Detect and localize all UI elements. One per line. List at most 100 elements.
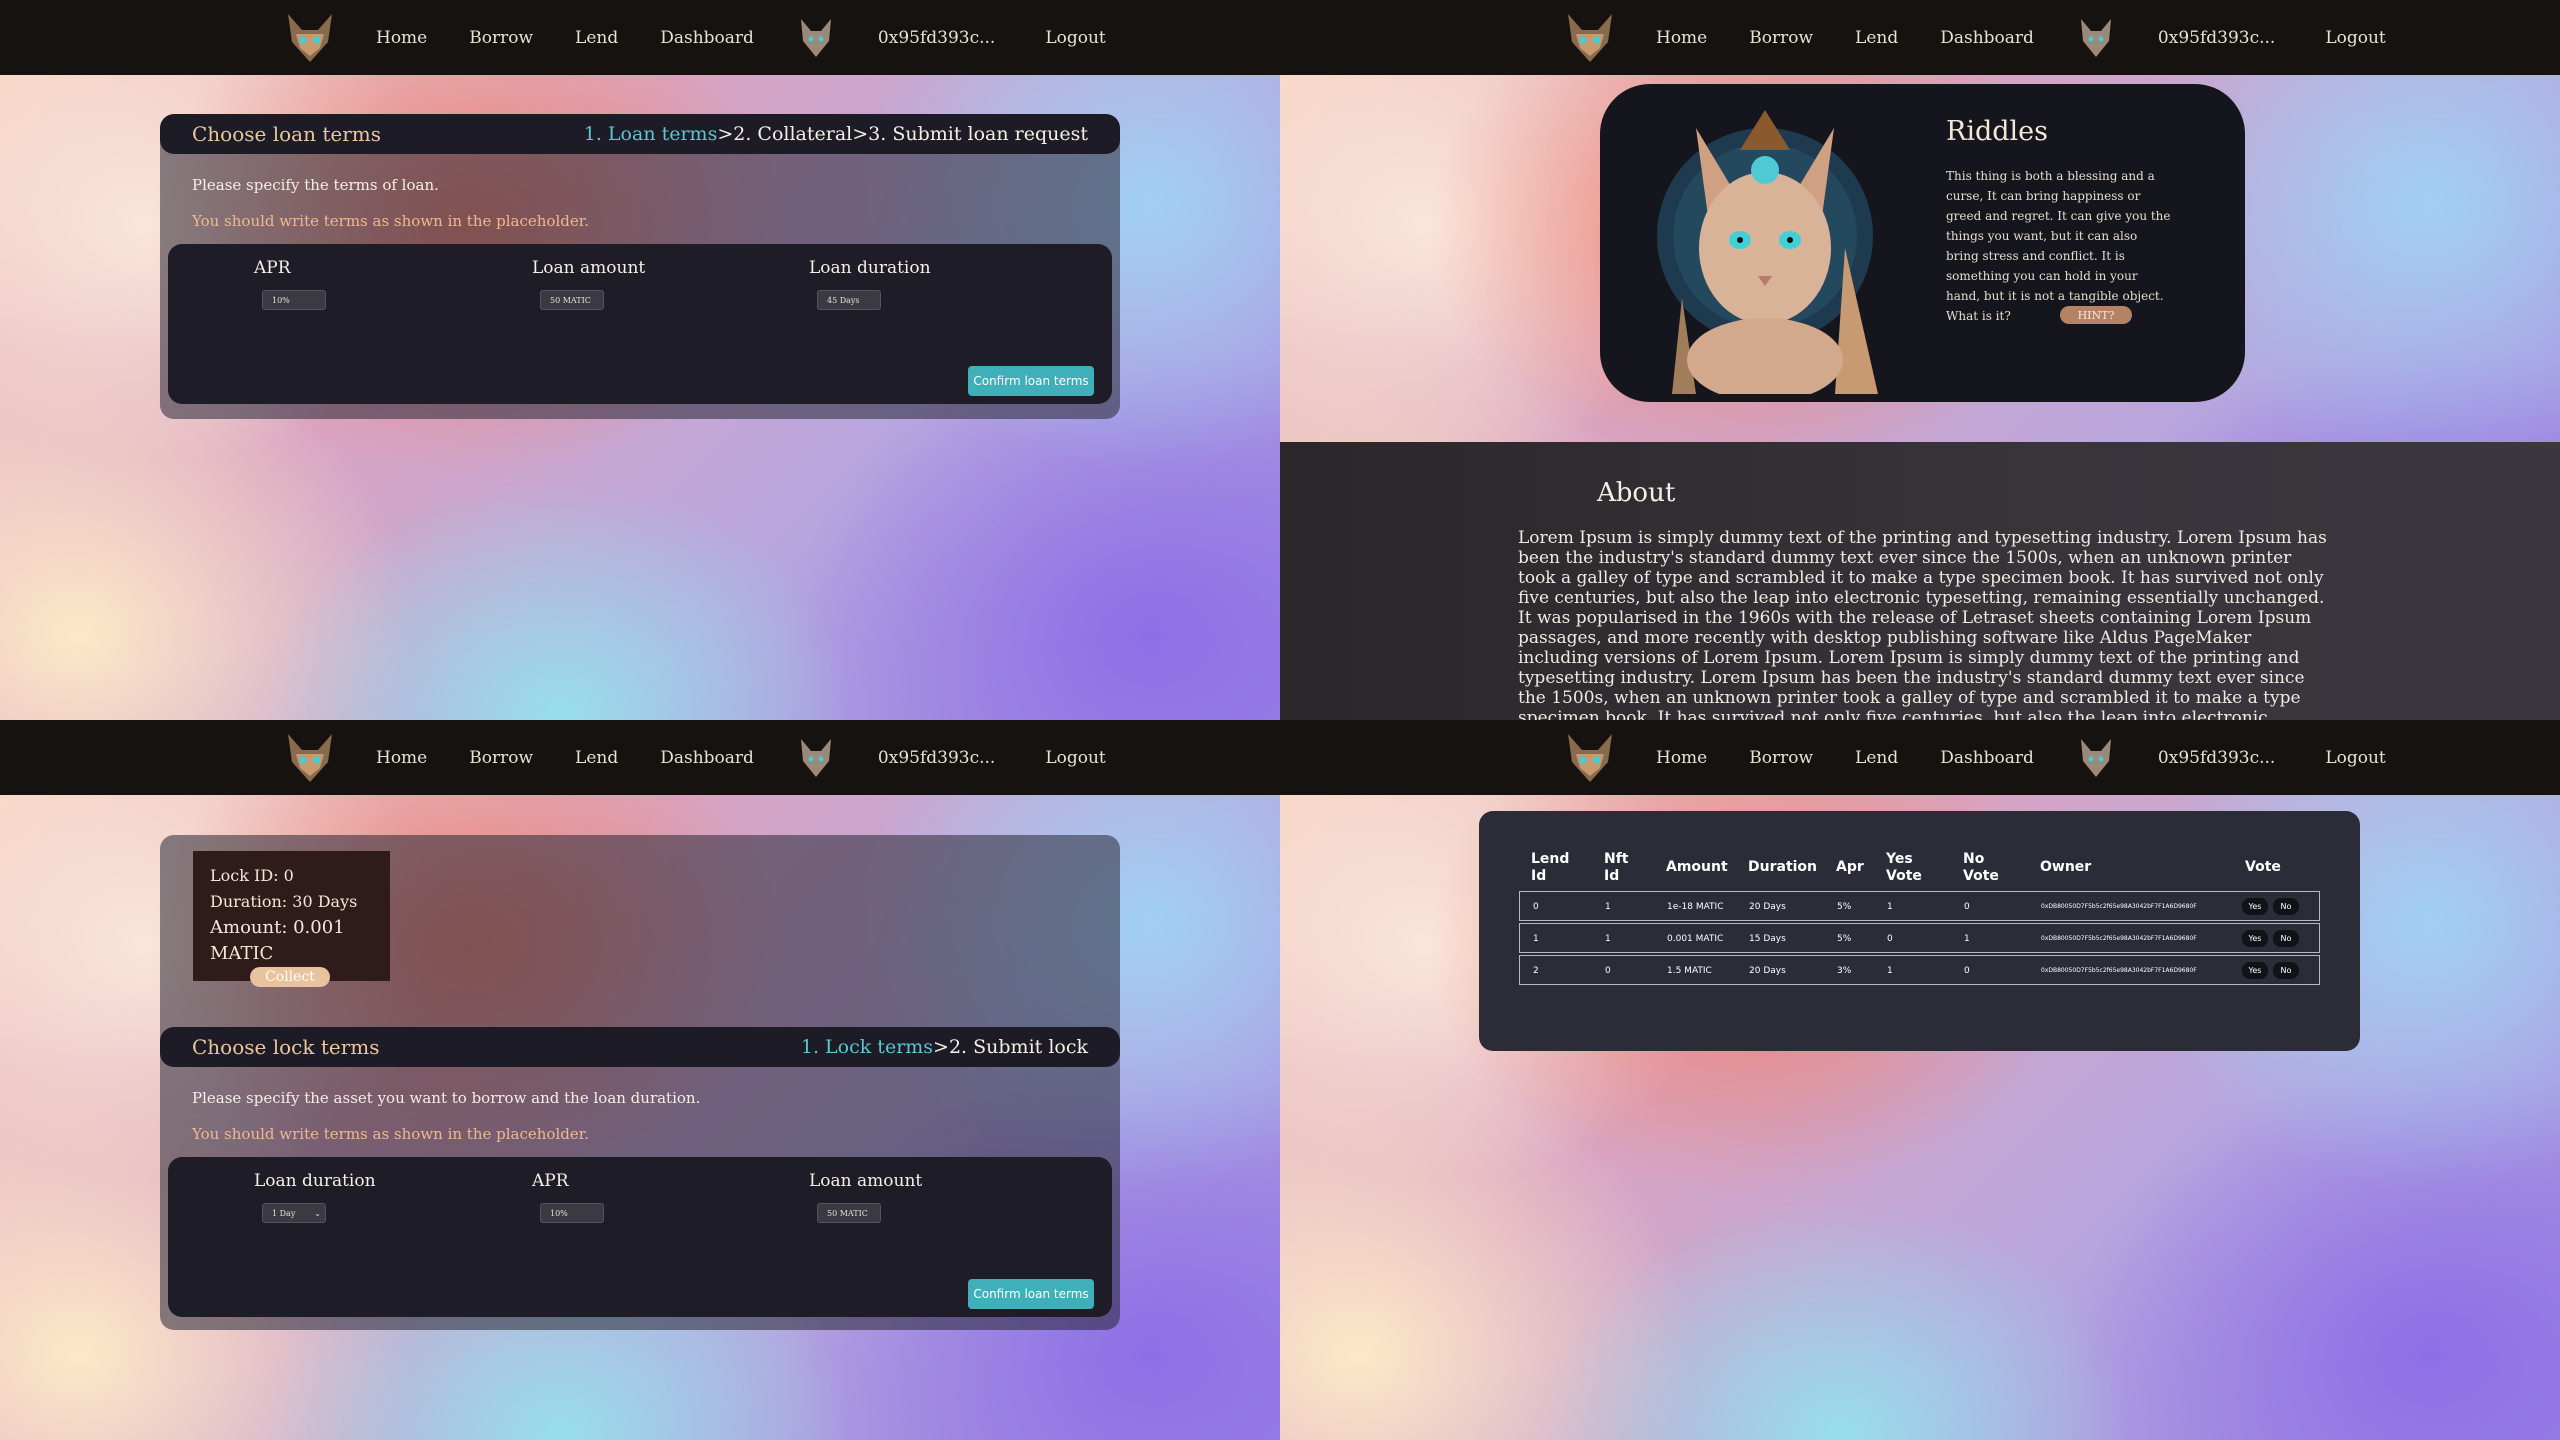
sphynx-cat-illustration bbox=[1657, 110, 1878, 394]
cell-lend-id: 2 bbox=[1533, 966, 1539, 976]
nav-dashboard[interactable]: Dashboard bbox=[660, 748, 754, 768]
avatar-icon[interactable] bbox=[2076, 736, 2116, 780]
col-header: Lend Id bbox=[1531, 851, 1570, 884]
stepper: 1. Lock terms>2. Submit lock bbox=[801, 1036, 1088, 1058]
sphynx-logo-icon[interactable] bbox=[278, 6, 342, 70]
field-label: Loan duration bbox=[254, 1171, 376, 1191]
lock-amount: Amount: 0.001 MATIC bbox=[210, 917, 345, 964]
nav-dashboard[interactable]: Dashboard bbox=[1940, 28, 2034, 48]
cell-yes-vote: 1 bbox=[1887, 966, 1893, 976]
vote-yes-button[interactable]: Yes bbox=[2242, 962, 2268, 979]
cell-amount: 1e-18 MATIC bbox=[1667, 902, 1724, 912]
nav-dashboard[interactable]: Dashboard bbox=[660, 28, 754, 48]
nav-logout[interactable]: Logout bbox=[1045, 748, 1105, 768]
card-header: Choose loan terms 1. Loan terms>2. Colla… bbox=[160, 114, 1120, 154]
about-text: Lorem Ipsum is simply dummy text of the … bbox=[1518, 528, 2327, 720]
nav-logout[interactable]: Logout bbox=[2325, 28, 2385, 48]
col-header: Nft Id bbox=[1604, 851, 1629, 884]
duration-field: Loan duration 45 Days bbox=[809, 258, 1009, 310]
lock-terms-card: Lock ID: 0 Duration: 30 Days Amount: 0.0… bbox=[160, 835, 1120, 1330]
duration-select[interactable]: 1 Day ⌄ bbox=[262, 1203, 326, 1223]
nav-home[interactable]: Home bbox=[376, 28, 427, 48]
vote-no-button[interactable]: No bbox=[2273, 962, 2299, 979]
nav-home[interactable]: Home bbox=[1656, 748, 1707, 768]
hint-text: You should write terms as shown in the p… bbox=[192, 1125, 590, 1143]
riddle-card: Riddles This thing is both a blessing an… bbox=[1600, 84, 2245, 402]
duration-field: Loan duration 1 Day ⌄ bbox=[254, 1171, 454, 1223]
wallet-address[interactable]: 0x95fd393c... bbox=[2158, 28, 2275, 48]
chevron-down-icon: ⌄ bbox=[314, 1208, 321, 1218]
col-header: Apr bbox=[1836, 859, 1864, 875]
nav-home[interactable]: Home bbox=[376, 748, 427, 768]
col-header: Owner bbox=[2040, 859, 2092, 875]
vote-yes-button[interactable]: Yes bbox=[2242, 898, 2268, 915]
step-rest: >2. Collateral>3. Submit loan request bbox=[717, 123, 1088, 145]
duration-input[interactable]: 45 Days bbox=[817, 290, 881, 310]
vote-yes-button[interactable]: Yes bbox=[2242, 930, 2268, 947]
col-header: Duration bbox=[1748, 859, 1818, 875]
apr-input[interactable]: 10% bbox=[262, 290, 326, 310]
nav-dashboard[interactable]: Dashboard bbox=[1940, 748, 2034, 768]
step-active: 1. Loan terms bbox=[583, 123, 718, 145]
wallet-address[interactable]: 0x95fd393c... bbox=[2158, 748, 2275, 768]
col-header: Vote bbox=[2245, 859, 2281, 875]
cell-apr: 3% bbox=[1837, 966, 1852, 976]
loan-terms-card: Choose loan terms 1. Loan terms>2. Colla… bbox=[160, 114, 1120, 419]
nav-borrow[interactable]: Borrow bbox=[1749, 28, 1813, 48]
amount-field: Loan amount 50 MATIC bbox=[532, 258, 732, 310]
nav-borrow[interactable]: Borrow bbox=[1749, 748, 1813, 768]
collect-button[interactable]: Collect bbox=[250, 967, 330, 987]
avatar-icon[interactable] bbox=[796, 736, 836, 780]
cell-no-vote: 0 bbox=[1964, 902, 1970, 912]
confirm-loan-terms-button[interactable]: Confirm loan terms bbox=[968, 1279, 1094, 1309]
avatar-icon[interactable] bbox=[2076, 16, 2116, 60]
sphynx-logo-icon[interactable] bbox=[1558, 726, 1622, 790]
wallet-address[interactable]: 0x95fd393c... bbox=[878, 748, 995, 768]
nav-lend[interactable]: Lend bbox=[1855, 28, 1898, 48]
top-navbar: Home Borrow Lend Dashboard 0x95fd393c...… bbox=[0, 0, 1280, 75]
lock-info-box: Lock ID: 0 Duration: 30 Days Amount: 0.0… bbox=[193, 851, 390, 987]
table-row: 1 1 0.001 MATIC 15 Days 5% 0 1 0xDB80050… bbox=[1519, 923, 2320, 953]
nav-lend[interactable]: Lend bbox=[575, 28, 618, 48]
sphynx-logo-icon[interactable] bbox=[278, 726, 342, 790]
field-label: APR bbox=[254, 258, 291, 278]
wallet-address[interactable]: 0x95fd393c... bbox=[878, 28, 995, 48]
card-title: Choose loan terms bbox=[192, 122, 381, 146]
vote-no-button[interactable]: No bbox=[2273, 930, 2299, 947]
dashboard-vote-screen: Home Borrow Lend Dashboard 0x95fd393c...… bbox=[1280, 720, 2560, 1440]
nav-home[interactable]: Home bbox=[1656, 28, 1707, 48]
confirm-loan-terms-button[interactable]: Confirm loan terms bbox=[968, 366, 1094, 396]
about-title: About bbox=[1597, 478, 1676, 508]
description: Please specify the terms of loan. bbox=[192, 176, 439, 194]
card-title: Choose lock terms bbox=[192, 1035, 380, 1059]
lock-duration: Duration: 30 Days bbox=[210, 892, 358, 911]
nav-logout[interactable]: Logout bbox=[1045, 28, 1105, 48]
cell-no-vote: 0 bbox=[1964, 966, 1970, 976]
nav-lend[interactable]: Lend bbox=[575, 748, 618, 768]
terms-form: APR 10% Loan amount 50 MATIC Loan durati… bbox=[168, 244, 1112, 404]
amount-input[interactable]: 50 MATIC bbox=[540, 290, 604, 310]
table-row: 2 0 1.5 MATIC 20 Days 3% 1 0 0xDB80050D7… bbox=[1519, 955, 2320, 985]
avatar-icon[interactable] bbox=[796, 16, 836, 60]
amount-input[interactable]: 50 MATIC bbox=[817, 1203, 881, 1223]
apr-input[interactable]: 10% bbox=[540, 1203, 604, 1223]
nav-borrow[interactable]: Borrow bbox=[469, 28, 533, 48]
top-navbar: Home Borrow Lend Dashboard 0x95fd393c...… bbox=[0, 720, 1280, 795]
sphynx-logo-icon[interactable] bbox=[1558, 6, 1622, 70]
cell-duration: 20 Days bbox=[1749, 966, 1786, 976]
cell-owner: 0xDB80050D7F5b5c2f65e98A3042bF7F1A6D9680… bbox=[2041, 967, 2197, 974]
card-header: Choose lock terms 1. Lock terms>2. Submi… bbox=[160, 1027, 1120, 1067]
nav-logout[interactable]: Logout bbox=[2325, 748, 2385, 768]
vote-no-button[interactable]: No bbox=[2273, 898, 2299, 915]
step-active: 1. Lock terms bbox=[800, 1036, 934, 1058]
lock-screen: Home Borrow Lend Dashboard 0x95fd393c...… bbox=[0, 720, 1280, 1440]
top-navbar: Home Borrow Lend Dashboard 0x95fd393c...… bbox=[1280, 720, 2560, 795]
nav-lend[interactable]: Lend bbox=[1855, 748, 1898, 768]
col-header: No Vote bbox=[1963, 851, 1999, 884]
hint-button[interactable]: HINT? bbox=[2060, 306, 2132, 324]
vote-table-card: Lend Id Nft Id Amount Duration Apr Yes V… bbox=[1479, 811, 2360, 1051]
borrow-screen: Home Borrow Lend Dashboard 0x95fd393c...… bbox=[0, 0, 1280, 720]
nav-borrow[interactable]: Borrow bbox=[469, 748, 533, 768]
cell-yes-vote: 1 bbox=[1887, 902, 1893, 912]
col-header: Yes Vote bbox=[1886, 851, 1922, 884]
